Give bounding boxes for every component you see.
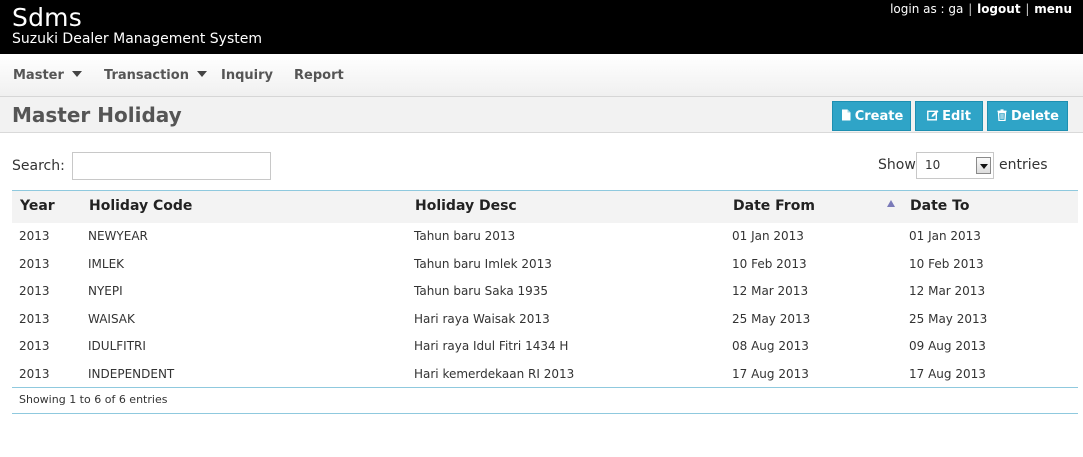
menu-link[interactable]: menu — [1034, 2, 1072, 16]
nav-item-inquiry[interactable]: Inquiry — [221, 54, 273, 96]
edit-icon — [927, 110, 939, 121]
nav-item-master[interactable]: Master — [13, 54, 82, 96]
cell-holiday-desc: Tahun baru Saka 1935 — [414, 284, 549, 298]
page-size-select[interactable]: 10 — [916, 152, 994, 179]
cell-date-from: 12 Mar 2013 — [732, 284, 809, 298]
edit-button-label: Edit — [942, 109, 971, 124]
caret-down-icon — [71, 71, 82, 77]
nav-item-label: Master — [13, 68, 64, 83]
cell-date-from: 01 Jan 2013 — [732, 229, 804, 243]
cell-holiday-code: WAISAK — [88, 311, 135, 326]
column-header-date-from[interactable]: Date From — [733, 191, 815, 221]
cell-holiday-code: NEWYEAR — [88, 229, 148, 243]
entries-label: entries — [999, 157, 1048, 173]
separator: | — [968, 2, 973, 16]
app-header: Sdms Suzuki Dealer Management System log… — [0, 0, 1083, 54]
trash-icon — [997, 109, 1007, 121]
table-row[interactable]: 2013 NYEPI Tahun baru Saka 1935 12 Mar 2… — [12, 278, 1078, 306]
column-header-date-to[interactable]: Date To — [910, 191, 969, 221]
cell-date-from: 17 Aug 2013 — [732, 366, 809, 381]
cell-holiday-code: INDEPENDENT — [88, 366, 175, 381]
cell-holiday-code: NYEPI — [88, 284, 123, 298]
page-title: Master Holiday — [12, 103, 182, 127]
delete-button-label: Delete — [1011, 109, 1059, 124]
cell-year: 2013 — [19, 256, 50, 271]
search-label: Search: — [12, 158, 65, 174]
nav-item-transaction[interactable]: Transaction — [104, 54, 207, 96]
nav-item-report[interactable]: Report — [294, 54, 344, 96]
column-header-year[interactable]: Year — [20, 191, 55, 221]
cell-year: 2013 — [19, 339, 50, 353]
cell-date-to: 25 May 2013 — [909, 311, 988, 326]
cell-date-to: 09 Aug 2013 — [909, 339, 986, 353]
cell-holiday-code: IDULFITRI — [88, 339, 146, 353]
column-header-holiday-code[interactable]: Holiday Code — [89, 191, 192, 221]
user-bar: login as : ga | logout | menu — [890, 2, 1072, 17]
table-row[interactable]: 2013 IMLEK Tahun baru Imlek 2013 10 Feb … — [12, 251, 1078, 279]
logout-link[interactable]: logout — [977, 2, 1020, 16]
cell-date-from: 25 May 2013 — [732, 311, 811, 326]
nav-item-label: Transaction — [104, 68, 189, 83]
page-titlebar: Master Holiday Create Edit Delete — [0, 97, 1083, 133]
cell-year: 2013 — [19, 284, 50, 298]
cell-date-to: 10 Feb 2013 — [909, 256, 984, 271]
nav-item-label: Inquiry — [221, 68, 273, 83]
nav-item-label: Report — [294, 68, 344, 83]
create-button[interactable]: Create — [832, 101, 911, 131]
holiday-table: Year Holiday Code Holiday Desc Date From… — [12, 190, 1078, 388]
cell-holiday-desc: Hari raya Idul Fitri 1434 H — [414, 339, 569, 353]
table-row[interactable]: 2013 IDULFITRI Hari raya Idul Fitri 1434… — [12, 333, 1078, 361]
cell-year: 2013 — [19, 229, 50, 243]
app-brand: Sdms — [12, 3, 82, 32]
cell-year: 2013 — [19, 366, 50, 381]
table-row[interactable]: 2013 WAISAK Hari raya Waisak 2013 25 May… — [12, 306, 1078, 334]
cell-date-to: 17 Aug 2013 — [909, 366, 986, 381]
search-input[interactable] — [72, 152, 271, 180]
table-info: Showing 1 to 6 of 6 entries — [19, 393, 168, 406]
edit-button[interactable]: Edit — [915, 101, 983, 131]
cell-holiday-desc: Hari raya Waisak 2013 — [414, 311, 550, 326]
main-nav: Master Transaction Inquiry Report — [0, 54, 1083, 97]
sort-ascending-icon — [887, 200, 895, 207]
cell-date-from: 08 Aug 2013 — [732, 339, 809, 353]
show-label: Show — [878, 157, 916, 173]
page-size-value: 10 — [925, 158, 941, 172]
login-status: login as : ga — [890, 2, 964, 16]
table-header: Year Holiday Code Holiday Desc Date From… — [12, 191, 1078, 223]
create-button-label: Create — [854, 109, 904, 124]
file-icon — [841, 109, 851, 121]
caret-down-icon — [196, 71, 207, 77]
cell-holiday-desc: Hari kemerdekaan RI 2013 — [414, 366, 575, 381]
cell-holiday-code: IMLEK — [88, 256, 125, 271]
delete-button[interactable]: Delete — [987, 101, 1068, 131]
cell-date-from: 10 Feb 2013 — [732, 256, 807, 271]
app-tagline: Suzuki Dealer Management System — [12, 31, 262, 47]
table-row[interactable]: 2013 NEWYEAR Tahun baru 2013 01 Jan 2013… — [12, 223, 1078, 251]
table-footer: Showing 1 to 6 of 6 entries — [12, 387, 1078, 414]
cell-holiday-desc: Tahun baru 2013 — [414, 229, 516, 243]
cell-date-to: 01 Jan 2013 — [909, 229, 981, 243]
column-header-holiday-desc[interactable]: Holiday Desc — [415, 191, 517, 221]
cell-year: 2013 — [19, 311, 50, 326]
cell-holiday-desc: Tahun baru Imlek 2013 — [414, 256, 552, 271]
separator: | — [1025, 2, 1030, 16]
cell-date-to: 12 Mar 2013 — [909, 284, 986, 298]
chevron-down-icon — [976, 157, 991, 174]
table-row[interactable]: 2013 INDEPENDENT Hari kemerdekaan RI 201… — [12, 361, 1078, 389]
